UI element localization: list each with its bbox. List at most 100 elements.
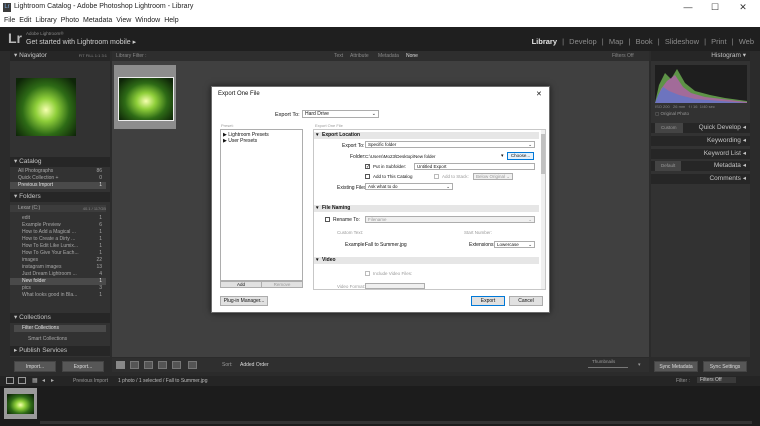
- toolbar-menu-icon[interactable]: ▾: [638, 362, 641, 368]
- extensions-select[interactable]: Lowercase ⌄: [494, 241, 535, 248]
- navigator-preview[interactable]: [16, 78, 76, 136]
- filmstrip-scrollbar[interactable]: [40, 421, 752, 424]
- back-icon[interactable]: ◂: [42, 377, 45, 384]
- zoom-fill[interactable]: FILL: [86, 53, 94, 58]
- export-location-section[interactable]: ▾ Export Location: [314, 132, 539, 139]
- add-preset-button[interactable]: Add: [220, 281, 262, 288]
- folder-item[interactable]: How To Edit Like Lumix... 1: [10, 243, 106, 250]
- close-window-icon[interactable]: ✕: [733, 2, 753, 13]
- existing-files-select[interactable]: Ask what to do ⌄: [365, 183, 453, 190]
- navigator-header[interactable]: ▾ Navigator FIT FILL 1:1 3:1: [10, 51, 110, 61]
- folder-item[interactable]: How to Add a Magical ... 1: [10, 229, 106, 236]
- filmstrip-filter-select[interactable]: Filters Off: [697, 377, 736, 383]
- import-button[interactable]: Import...: [14, 361, 56, 372]
- page-2-icon[interactable]: [18, 377, 26, 384]
- catalog-item-selected[interactable]: Previous Import 1: [10, 182, 106, 189]
- module-web[interactable]: Web: [739, 37, 754, 46]
- choose-folder-button[interactable]: Choose...: [507, 152, 534, 160]
- grid-cell-selected[interactable]: [114, 65, 176, 129]
- menu-library[interactable]: Library: [35, 17, 56, 24]
- filter-none[interactable]: None: [406, 53, 418, 59]
- folder-item-selected[interactable]: New folder 1: [10, 278, 106, 285]
- module-print[interactable]: Print: [711, 37, 726, 46]
- zoom-1-1[interactable]: 1:1: [95, 53, 101, 58]
- rename-checkbox[interactable]: [325, 217, 330, 222]
- video-format-select[interactable]: [365, 283, 425, 289]
- filmstrip-source[interactable]: Previous Import: [73, 378, 108, 384]
- catalog-item[interactable]: All Photographs 86: [10, 168, 106, 175]
- folder-item[interactable]: What looks good in Bla... 1: [10, 292, 106, 299]
- survey-view-icon[interactable]: [158, 361, 167, 369]
- smart-collections[interactable]: Smart Collections: [10, 336, 112, 343]
- file-naming-section[interactable]: ▾ File Naming: [314, 205, 539, 212]
- video-section[interactable]: ▾ Video: [314, 257, 539, 264]
- folder-dropdown-icon[interactable]: ▾: [501, 153, 504, 159]
- stack-select[interactable]: Below Original ⌄: [473, 173, 513, 180]
- add-catalog-checkbox[interactable]: [365, 174, 370, 179]
- folder-item[interactable]: instagram images 13: [10, 264, 106, 271]
- zoom-fit[interactable]: FIT: [79, 53, 85, 58]
- filmstrip-cell-selected[interactable]: [4, 388, 37, 419]
- module-slideshow[interactable]: Slideshow: [665, 37, 699, 46]
- filter-preset-select[interactable]: Filters Off: [612, 53, 634, 59]
- maximize-icon[interactable]: ☐: [705, 2, 725, 13]
- folder-item[interactable]: Example Preview 6: [10, 222, 106, 229]
- catalog-header[interactable]: ▾ Catalog: [10, 157, 110, 167]
- loupe-view-icon[interactable]: [130, 361, 139, 369]
- metadata-header[interactable]: Default Metadata ◂: [651, 161, 750, 171]
- forward-icon[interactable]: ▸: [51, 377, 54, 384]
- plugin-manager-button[interactable]: Plug-in Manager...: [220, 296, 268, 306]
- metadata-preset[interactable]: Default: [655, 161, 682, 171]
- remove-preset-button[interactable]: Remove: [261, 281, 303, 288]
- painter-icon[interactable]: [188, 361, 197, 369]
- filter-metadata[interactable]: Metadata: [378, 53, 399, 59]
- folder-item[interactable]: images 22: [10, 257, 106, 264]
- dialog-close-icon[interactable]: ✕: [536, 90, 542, 98]
- export-to-select[interactable]: Hard Drive ⌄: [302, 110, 379, 118]
- filmstrip-thumbnail[interactable]: [7, 394, 34, 414]
- rename-select[interactable]: Filename ⌄: [365, 216, 535, 223]
- quick-develop-preset[interactable]: Custom: [655, 123, 683, 133]
- lightroom-mobile-link[interactable]: Get started with Lightroom mobile ▸: [26, 38, 136, 46]
- menu-photo[interactable]: Photo: [61, 17, 79, 24]
- menu-view[interactable]: View: [116, 17, 131, 24]
- menu-edit[interactable]: Edit: [19, 17, 31, 24]
- comments-header[interactable]: Comments ◂: [651, 174, 750, 184]
- include-video-checkbox[interactable]: [365, 271, 370, 276]
- sync-metadata-button[interactable]: Sync Metadata: [654, 361, 698, 372]
- folder-item[interactable]: How to Create a Dirty ... 1: [10, 236, 106, 243]
- quick-develop-header[interactable]: Custom Quick Develop ◂: [651, 123, 750, 133]
- menu-help[interactable]: Help: [164, 17, 178, 24]
- keywording-header[interactable]: Keywording ◂: [651, 136, 750, 146]
- module-map[interactable]: Map: [609, 37, 624, 46]
- compare-view-icon[interactable]: [144, 361, 153, 369]
- minimize-icon[interactable]: —: [678, 2, 698, 12]
- filter-attribute[interactable]: Attribute: [350, 53, 369, 59]
- folder-item[interactable]: edit 1: [10, 215, 106, 222]
- zoom-3-1[interactable]: 3:1: [101, 53, 107, 58]
- folders-header[interactable]: ▾ Folders: [10, 192, 110, 202]
- menu-file[interactable]: File: [4, 17, 15, 24]
- menu-window[interactable]: Window: [135, 17, 160, 24]
- filter-text[interactable]: Text: [334, 53, 343, 59]
- settings-scrollbar[interactable]: [541, 130, 545, 289]
- menu-metadata[interactable]: Metadata: [83, 17, 112, 24]
- collections-header[interactable]: ▾ Collections: [10, 313, 110, 323]
- catalog-item[interactable]: Quick Collection +0: [10, 175, 106, 182]
- export-confirm-button[interactable]: Export: [471, 296, 505, 306]
- module-develop[interactable]: Develop: [569, 37, 597, 46]
- folder-item[interactable]: pics 3: [10, 285, 106, 292]
- folder-item[interactable]: Just Dream Lightroom ... 4: [10, 271, 106, 278]
- module-book[interactable]: Book: [636, 37, 653, 46]
- export-button[interactable]: Export...: [62, 361, 104, 372]
- folder-volume[interactable]: Lexar (C:) 40.1 / 117GB: [10, 205, 106, 212]
- sort-select[interactable]: Added Order: [240, 362, 269, 368]
- folder-item[interactable]: How To Give Your Each... 1: [10, 250, 106, 257]
- grid-icon[interactable]: ▦: [32, 377, 38, 384]
- preset-folder-user[interactable]: ▶ User Presets: [223, 138, 300, 144]
- photo-thumbnail[interactable]: [118, 77, 174, 121]
- histogram-graph[interactable]: [655, 65, 747, 103]
- cancel-button[interactable]: Cancel: [509, 296, 543, 306]
- people-view-icon[interactable]: [172, 361, 181, 369]
- histogram-header[interactable]: Histogram ▾: [651, 51, 750, 61]
